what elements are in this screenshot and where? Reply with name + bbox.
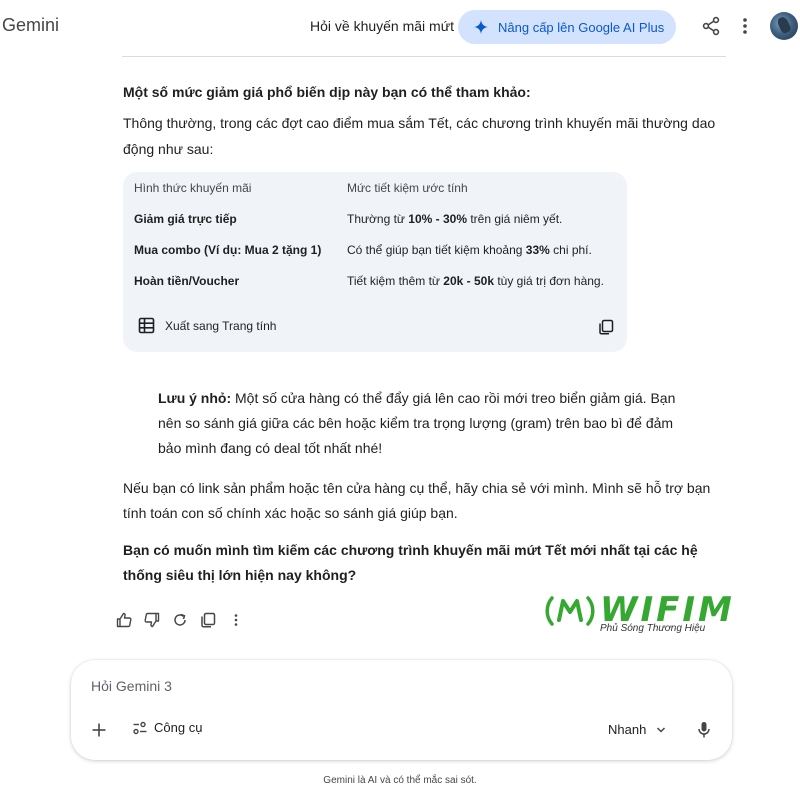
table-cell-type: Giảm giá trực tiếp: [134, 211, 237, 226]
response-question: Bạn có muốn mình tìm kiếm các chương trì…: [123, 542, 698, 583]
model-mode-selector[interactable]: Nhanh: [608, 722, 666, 737]
table-icon: [138, 317, 155, 334]
table-header-row: Hình thức khuyến mãi Mức tiết kiệm ước t…: [123, 172, 627, 203]
prompt-input[interactable]: [91, 678, 691, 694]
upgrade-button[interactable]: Nâng cấp lên Google AI Plus: [458, 10, 676, 44]
response-heading: Một số mức giảm giá phổ biến dịp này bạn…: [123, 84, 531, 100]
table-row: Mua combo (Ví dụ: Mua 2 tặng 1) Có thể g…: [123, 234, 627, 265]
thumb-up-icon[interactable]: [116, 612, 132, 628]
brand-logo[interactable]: Gemini: [2, 15, 59, 36]
tools-icon: [133, 721, 147, 734]
spark-icon: [474, 20, 488, 34]
table-cell-saving: Tiết kiệm thêm từ 20k - 50k tùy giá trị …: [347, 273, 604, 288]
table-cell-type: Hoàn tiền/Voucher: [134, 273, 240, 288]
tools-button[interactable]: Công cụ: [133, 720, 202, 735]
tip-text: Một số cửa hàng có thể đẩy giá lên cao r…: [158, 390, 676, 456]
copy-icon[interactable]: [598, 319, 614, 335]
response-actions: [116, 612, 244, 628]
mode-label: Nhanh: [608, 722, 647, 737]
table-row: Giảm giá trực tiếp Thường từ 10% - 30% t…: [123, 203, 627, 234]
tip-note: Lưu ý nhỏ: Một số cửa hàng có thể đẩy gi…: [158, 386, 688, 461]
response-body: Một số mức giảm giá phổ biến dịp này bạn…: [123, 82, 723, 162]
plus-icon[interactable]: [91, 722, 107, 738]
thumb-down-icon[interactable]: [144, 612, 160, 628]
table-cell-type: Mua combo (Ví dụ: Mua 2 tặng 1): [134, 242, 322, 257]
table-row: Hoàn tiền/Voucher Tiết kiệm thêm từ 20k …: [123, 265, 627, 296]
response-follow-up: Nếu bạn có link sản phẩm hoặc tên cửa hà…: [123, 480, 711, 521]
export-label: Xuất sang Trang tính: [165, 318, 277, 333]
export-to-sheets-button[interactable]: Xuất sang Trang tính: [138, 317, 276, 334]
avatar[interactable]: [770, 12, 798, 40]
table-cell-saving: Có thể giúp bạn tiết kiệm khoảng 33% chi…: [347, 242, 592, 257]
more-vert-icon[interactable]: [228, 612, 244, 628]
conversation-title[interactable]: Hỏi về khuyến mãi mứt: [310, 18, 454, 34]
table-cell-saving: Thường từ 10% - 30% trên giá niêm yết.: [347, 211, 563, 226]
mic-icon[interactable]: [697, 721, 711, 739]
wifim-tagline: Phủ Sóng Thương Hiệu: [600, 623, 706, 634]
table-header-saving: Mức tiết kiệm ước tính: [347, 180, 468, 195]
top-bar: Gemini Hỏi về khuyến mãi mứt Nâng cấp lê…: [0, 0, 800, 52]
copy-icon[interactable]: [200, 612, 216, 628]
wifim-watermark: WIFIM Phủ Sóng Thương Hiệu: [544, 590, 754, 634]
response-intro: Thông thường, trong các đợt cao điểm mua…: [123, 115, 716, 157]
more-vert-icon[interactable]: [737, 16, 753, 36]
table-header-type: Hình thức khuyến mãi: [134, 180, 252, 195]
tools-label: Công cụ: [154, 720, 203, 735]
wifim-logo-icon: [545, 596, 595, 626]
redo-icon[interactable]: [172, 612, 188, 628]
upgrade-label: Nâng cấp lên Google AI Plus: [498, 19, 665, 35]
header-divider: [122, 56, 726, 57]
tip-label: Lưu ý nhỏ:: [158, 390, 232, 406]
discount-table: Hình thức khuyến mãi Mức tiết kiệm ước t…: [123, 172, 627, 352]
share-icon[interactable]: [702, 16, 720, 36]
disclaimer-footer: Gemini là AI và có thể mắc sai sót.: [323, 775, 477, 786]
prompt-composer: Công cụ Nhanh: [71, 660, 732, 760]
chevron-down-icon: [657, 726, 666, 733]
